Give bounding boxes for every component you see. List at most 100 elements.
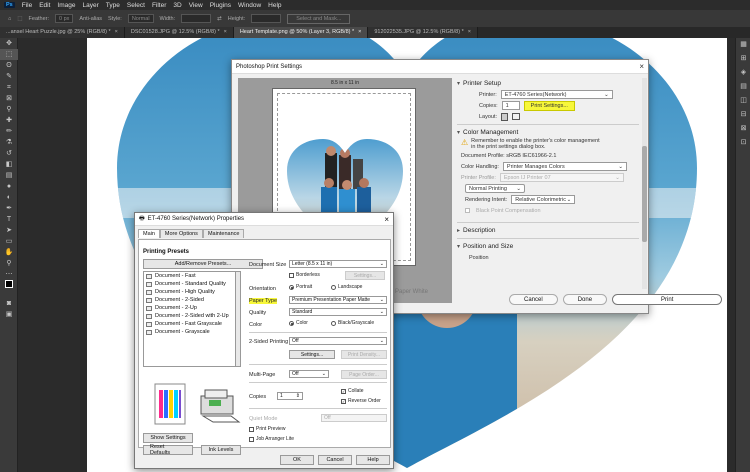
color-option[interactable]: Color (289, 320, 308, 326)
print-preview-option[interactable]: Print Preview (249, 426, 285, 432)
stamp-tool-icon[interactable]: ⚗ (0, 137, 18, 148)
black-point-checkbox[interactable] (465, 208, 470, 213)
path-select-tool-icon[interactable]: ➤ (0, 225, 18, 236)
panel-icon[interactable]: ⊞ (736, 52, 750, 66)
panel-icon[interactable]: ▤ (736, 80, 750, 94)
color-handling-dropdown[interactable]: Printer Manages Colors ⌄ (502, 162, 627, 171)
list-item[interactable]: Document - 2-Up (144, 304, 235, 312)
done-button[interactable]: Done (562, 294, 608, 305)
panel-icon[interactable]: ◈ (736, 66, 750, 80)
height-input[interactable] (251, 14, 282, 23)
move-tool-icon[interactable]: ✥ (0, 38, 18, 49)
list-item[interactable]: Document - 2-Sided (144, 296, 235, 304)
panel-icon[interactable]: ⊠ (736, 122, 750, 136)
menu-3d[interactable]: 3D (173, 2, 181, 9)
rectangle-tool-icon[interactable]: ▭ (0, 236, 18, 247)
ink-levels-button[interactable]: Ink Levels (201, 445, 241, 455)
marquee-options-icon[interactable]: ⬚ (17, 16, 22, 22)
more-tools-icon[interactable]: ⋯ (0, 269, 18, 280)
multi-page-dropdown[interactable]: Off ⌄ (289, 370, 329, 378)
copies-stepper[interactable]: 1 ⇕ (277, 392, 303, 400)
panel-icon[interactable]: ⊟ (736, 108, 750, 122)
doc-tab[interactable]: 912022535.JPG @ 12.5% (RGB/8) * × (368, 27, 478, 38)
blur-tool-icon[interactable]: ● (0, 181, 18, 192)
menu-image[interactable]: Image (57, 2, 75, 9)
feather-input[interactable]: 0 px (55, 14, 74, 23)
settings-scrollbar-thumb[interactable] (642, 146, 647, 242)
rendering-intent-dropdown[interactable]: Relative Colorimetric ⌄ (511, 195, 576, 204)
print-button[interactable]: Print (612, 294, 723, 305)
close-icon[interactable]: × (639, 62, 644, 71)
type-tool-icon[interactable]: T (0, 214, 18, 225)
quick-select-tool-icon[interactable]: ✎ (0, 71, 18, 82)
tab-more-options[interactable]: More Options (159, 229, 203, 238)
panel-icon[interactable]: ◫ (736, 94, 750, 108)
lasso-tool-icon[interactable]: ʘ (0, 60, 18, 71)
printer-setup-header[interactable]: ▾ Printer Setup (457, 78, 639, 89)
black-grayscale-option[interactable]: Black/Grayscale (331, 320, 374, 326)
quiet-mode-dropdown[interactable]: Off (321, 414, 387, 422)
doc-tab[interactable]: ...ansel Heart Puzzle.jpg @ 25% (RGB/8) … (0, 27, 125, 38)
landscape-option[interactable]: Landscape (331, 284, 362, 290)
zoom-tool-icon[interactable]: ⚲ (0, 258, 18, 269)
list-item[interactable]: Document - Standard Quality (144, 280, 235, 288)
menu-view[interactable]: View (189, 2, 203, 9)
healing-brush-tool-icon[interactable]: ✚ (0, 115, 18, 126)
paper-type-dropdown[interactable]: Premium Presentation Paper Matte ⌄ (289, 296, 387, 304)
reset-defaults-button[interactable]: Reset Defaults (143, 444, 193, 456)
doc-tab-active[interactable]: Heart Template.png @ 50% (Layer 3, RGB/8… (233, 27, 369, 38)
pen-tool-icon[interactable]: ✒ (0, 203, 18, 214)
list-item[interactable]: Document - 2-Sided with 2-Up (144, 312, 235, 320)
tab-main[interactable]: Main (138, 229, 160, 238)
list-item[interactable]: Document - Grayscale (144, 328, 235, 336)
dodge-tool-icon[interactable]: ◐ (0, 192, 18, 203)
menu-help[interactable]: Help (268, 2, 281, 9)
two-sided-dropdown[interactable]: Off ⌄ (289, 337, 387, 345)
eyedropper-tool-icon[interactable]: ⚲ (0, 104, 18, 115)
swap-icon[interactable]: ⇄ (217, 16, 222, 22)
document-size-dropdown[interactable]: Letter (8.5 x 11 in) ⌄ (289, 260, 387, 268)
borderless-settings-button[interactable]: Settings... (345, 271, 385, 280)
menu-file[interactable]: File (22, 2, 32, 9)
eraser-tool-icon[interactable]: ◧ (0, 159, 18, 170)
collate-option[interactable]: ✓ Collate (341, 388, 364, 394)
list-item[interactable]: Document - High Quality (144, 288, 235, 296)
presets-scrollbar[interactable] (236, 271, 241, 367)
job-arranger-option[interactable]: Job Arranger Lite (249, 436, 294, 442)
color-management-header[interactable]: ▾ Color Management (457, 127, 639, 138)
menu-select[interactable]: Select (127, 2, 145, 9)
style-dropdown[interactable]: Normal (127, 14, 154, 23)
help-button[interactable]: Help (356, 455, 390, 465)
portrait-layout-icon[interactable] (501, 112, 509, 121)
close-icon[interactable]: × (384, 215, 389, 224)
brush-tool-icon[interactable]: ✏ (0, 126, 18, 137)
page-order-button[interactable]: Page Order... (341, 370, 387, 379)
landscape-layout-icon[interactable] (512, 113, 521, 120)
doc-tab[interactable]: DSC01528.JPG @ 12.5% (RGB/8) * × (124, 27, 234, 38)
borderless-option[interactable]: Borderless (289, 272, 320, 278)
frame-tool-icon[interactable]: ⊠ (0, 93, 18, 104)
screen-mode-icon[interactable]: ▣ (0, 309, 18, 320)
foreground-background-icon[interactable] (0, 280, 18, 298)
normal-printing-dropdown[interactable]: Normal Printing ⌄ (465, 184, 525, 193)
list-item[interactable]: Document - Fast Grayscale (144, 320, 235, 328)
panel-icon[interactable]: ⊡ (736, 136, 750, 150)
antialias-checkbox[interactable]: Anti-alias (79, 16, 102, 22)
ok-button[interactable]: OK (280, 455, 314, 465)
menu-layer[interactable]: Layer (83, 2, 99, 9)
hand-tool-icon[interactable]: ✋ (0, 247, 18, 258)
show-settings-button[interactable]: Show Settings (143, 433, 193, 443)
menu-window[interactable]: Window (238, 2, 261, 9)
description-header[interactable]: ▸ Description (457, 225, 639, 236)
select-and-mask-button[interactable]: Select and Mask... (287, 13, 351, 24)
print-settings-button[interactable]: Print Settings... (523, 100, 575, 111)
quality-dropdown[interactable]: Standard ⌄ (289, 308, 387, 316)
menu-edit[interactable]: Edit (39, 2, 50, 9)
crop-tool-icon[interactable]: ⌗ (0, 82, 18, 93)
home-icon[interactable]: ⌂ (8, 16, 11, 22)
marquee-tool-icon[interactable]: ⬚ (0, 49, 18, 60)
tab-maintenance[interactable]: Maintenance (202, 229, 245, 238)
reverse-order-option[interactable]: ✓ Reverse Order (341, 398, 381, 404)
printer-dropdown[interactable]: ET-4760 Series(Network) ⌄ (500, 90, 613, 99)
two-sided-settings-button[interactable]: Settings... (289, 350, 335, 359)
